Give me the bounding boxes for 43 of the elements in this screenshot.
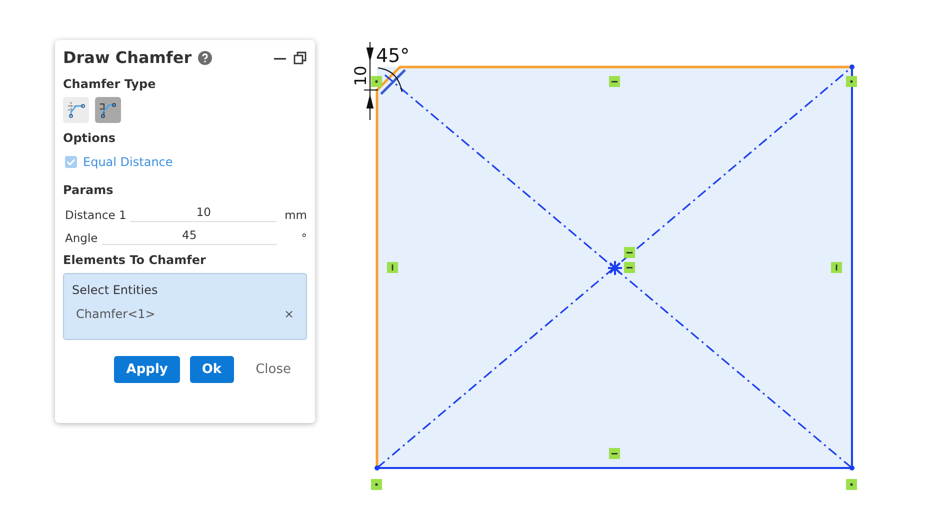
chamfer-distance-icon: [65, 99, 87, 121]
horizontal-constraint-icon: [624, 262, 635, 273]
horizontal-constraint-icon: [624, 247, 635, 258]
restore-icon[interactable]: [293, 50, 307, 64]
field-label: Distance 1: [65, 208, 126, 222]
action-button[interactable]: Apply: [114, 356, 180, 383]
horizontal-constraint-icon: [609, 76, 620, 87]
vertex-point[interactable]: [850, 64, 854, 70]
close-button[interactable]: Close: [244, 356, 303, 383]
distance-dimension[interactable]: 10: [351, 66, 370, 86]
field-label: Angle: [65, 231, 98, 245]
entity-item[interactable]: Chamfer<1>: [76, 307, 156, 321]
dialog-title: Draw Chamfer: [63, 48, 192, 67]
section-heading: Chamfer Type: [63, 77, 157, 91]
coincident-constraint-icon: [846, 76, 857, 87]
section-heading: Elements To Chamfer: [63, 253, 207, 267]
selection-placeholder: Select Entities: [72, 283, 159, 297]
chamfer-type-button[interactable]: [95, 97, 121, 123]
chamfer-line[interactable]: [380, 69, 406, 95]
unit-label: mm: [284, 208, 307, 222]
checkbox-label: Equal Distance: [83, 155, 173, 169]
vertical-constraint-icon: [831, 262, 842, 273]
input-field[interactable]: 10: [130, 203, 277, 222]
vertex-point[interactable]: [850, 466, 854, 470]
vertex-point[interactable]: [374, 466, 380, 470]
unit-label: °: [300, 231, 307, 245]
checkbox[interactable]: [65, 156, 77, 168]
coincident-constraint-icon: [846, 479, 857, 490]
angle-dimension[interactable]: 45°: [376, 45, 410, 67]
coincident-constraint-icon: [371, 479, 382, 490]
section-heading: Params: [63, 183, 114, 197]
remove-button[interactable]: ×: [284, 307, 294, 321]
section-heading: Options: [63, 131, 117, 145]
coincident-constraint-icon: [371, 76, 382, 87]
vertical-constraint-icon: [387, 262, 398, 273]
action-button[interactable]: Ok: [190, 356, 234, 383]
help-icon[interactable]: [198, 50, 212, 64]
selection-box[interactable]: Select Entities Chamfer<1> ×: [63, 273, 307, 340]
angle-arc: [378, 68, 402, 92]
input-field[interactable]: 45: [102, 226, 277, 245]
horizontal-constraint-icon: [609, 448, 620, 459]
midpoint-icon: [607, 260, 623, 276]
chamfer-type-button[interactable]: [63, 97, 89, 123]
